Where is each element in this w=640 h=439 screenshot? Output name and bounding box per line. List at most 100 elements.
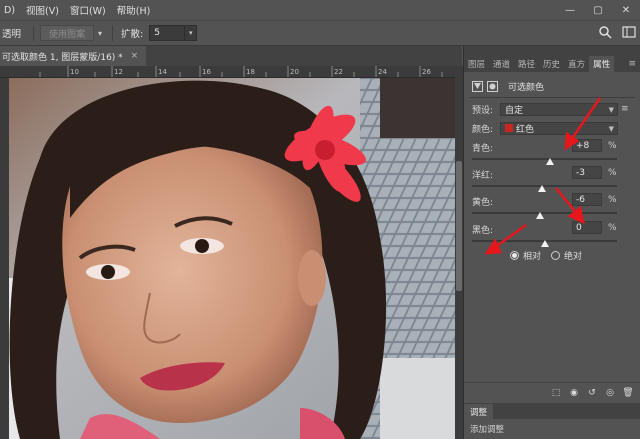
workspace-icon[interactable] [622,25,636,39]
close-tab-icon[interactable]: × [131,51,139,61]
yellow-slider-row: 黄色: -6 % [472,192,627,222]
magenta-value-input[interactable]: -3 [572,166,602,179]
ruler-label: 10 [70,68,79,76]
options-divider [112,25,114,41]
tab-adjustments[interactable]: 调整 [464,404,494,419]
vertical-scrollbar[interactable] [455,66,463,439]
radio-selected-icon [510,251,519,260]
tab-paths[interactable]: 路径 [514,56,539,72]
reset-icon[interactable]: ↺ [587,388,597,398]
panel-menu-icon[interactable]: ≡ [624,56,640,72]
red-swatch [505,124,513,132]
ruler-label: 20 [290,68,299,76]
preset-label: 预设: [472,105,494,116]
magenta-label: 洋红: [472,171,494,181]
clip-to-layer-icon[interactable]: ⬚ [551,388,561,398]
percent-sign: % [608,141,617,151]
spread-label: 扩散: [121,29,144,40]
percent-sign: % [608,223,617,233]
relative-label: 相对 [523,252,542,262]
absolute-label: 绝对 [564,252,583,262]
ruler-label: 12 [114,68,123,76]
cyan-value-input[interactable]: +8 [572,139,602,152]
absolute-radio[interactable]: 绝对 [551,249,582,262]
panel-tabs: 图层 通道 路径 历史 直方 属性 ≡ [464,54,640,72]
spread-input[interactable]: 5 [149,25,186,41]
black-value-input[interactable]: 0 [572,221,602,234]
maximize-button[interactable]: ▢ [584,0,612,20]
panel-header-strip [464,46,640,54]
close-button[interactable]: ✕ [612,0,640,20]
percent-sign: % [608,195,617,205]
cyan-slider-row: 青色: +8 % [472,138,627,168]
visibility-eye-icon[interactable]: ◎ [605,388,615,398]
menu-bar: D) 视图(V) 窗口(W) 帮助(H) — ▢ ✕ [0,0,640,20]
ruler-ticks: 10 12 14 16 18 20 22 24 26 [39,66,443,77]
options-bar: 透明 使用图案 ▾ 扩散: 5 ▾ [0,20,640,46]
cyan-slider-track[interactable] [472,158,617,160]
image-canvas[interactable] [0,78,455,439]
menu-item-help[interactable]: 帮助(H) [113,3,158,17]
ruler-label: 24 [378,68,387,76]
method-radio-group: 相对 绝对 [510,249,582,262]
yellow-slider-track[interactable] [472,212,617,214]
ruler-label: 14 [158,68,167,76]
tab-layers[interactable]: 图层 [464,56,489,72]
chevron-down-icon: ▼ [608,124,614,133]
document-tab[interactable]: 可选取颜色 1, 图层蒙版/16) * × [0,46,147,66]
cyan-slider-thumb[interactable] [546,158,555,165]
chevron-down-icon[interactable]: ▾ [94,29,106,38]
spread-dropdown-icon[interactable]: ▾ [185,25,198,41]
menu-item-view[interactable]: 视图(V) [22,3,66,17]
magenta-slider-thumb[interactable] [538,185,547,192]
tab-channels[interactable]: 通道 [489,56,514,72]
ruler-label: 18 [246,68,255,76]
yellow-slider-thumb[interactable] [536,212,545,219]
transparency-option[interactable]: 透明 [0,26,27,40]
magenta-slider-row: 洋红: -3 % [472,165,627,195]
preset-row: 预设: 自定 ▼ ≡ [464,101,640,117]
colors-dropdown[interactable]: 红色 ▼ [500,121,618,135]
adjustment-title: 可选颜色 [508,82,545,93]
relative-radio[interactable]: 相对 [510,249,541,262]
panel-bottom-toolbar: ⬚ ◉ ↺ ◎ 🗑 [464,382,640,402]
adjustments-tab-bar: 调整 [464,403,640,419]
add-adjustment-label: 添加调整 [470,425,505,435]
black-slider-thumb[interactable] [540,240,549,247]
ruler-label: 26 [422,68,431,76]
ruler-label: 16 [202,68,211,76]
adjustment-layer-icon [472,80,483,92]
portrait-photo [0,78,455,439]
trash-icon[interactable]: 🗑 [622,388,633,398]
radio-unselected-icon [551,251,561,260]
minimize-button[interactable]: — [556,0,584,20]
properties-panel: 图层 通道 路径 历史 直方 属性 ≡ 可选颜色 预设: 自定 ▼ ≡ 颜色: … [463,46,640,439]
yellow-value-input[interactable]: -6 [572,193,602,206]
tab-properties[interactable]: 属性 [589,56,615,72]
mask-icon[interactable] [487,80,498,92]
tab-histogram[interactable]: 直方 [564,56,589,72]
tab-history[interactable]: 历史 [539,56,564,72]
menu-item-partial[interactable]: D) [0,5,22,16]
window-controls: — ▢ ✕ [556,0,640,20]
horizontal-ruler: 10 12 14 16 18 20 22 24 26 [0,66,455,78]
preset-dropdown[interactable]: 自定 ▼ [500,102,618,116]
options-divider [33,25,35,41]
view-previous-state-icon[interactable]: ◉ [569,388,579,398]
search-icon[interactable] [598,25,612,39]
document-tab-bar: 可选取颜色 1, 图层蒙版/16) * × [0,46,462,66]
vertical-ruler [0,78,9,439]
chevron-down-icon: ▼ [608,105,614,114]
panel-divider [470,97,635,98]
use-pattern-button[interactable]: 使用图案 [40,25,95,41]
colors-row: 颜色: 红色 ▼ [464,120,640,136]
black-slider-row: 黑色: 0 % [472,220,627,250]
yellow-label: 黄色: [472,198,494,208]
scrollbar-thumb[interactable] [456,161,462,291]
menu-item-window[interactable]: 窗口(W) [66,3,113,17]
percent-sign: % [608,168,617,178]
colors-label: 颜色: [472,124,494,135]
preset-value: 自定 [505,105,524,116]
preset-menu-icon[interactable]: ≡ [621,104,629,114]
colors-value: 红色 [516,124,535,135]
